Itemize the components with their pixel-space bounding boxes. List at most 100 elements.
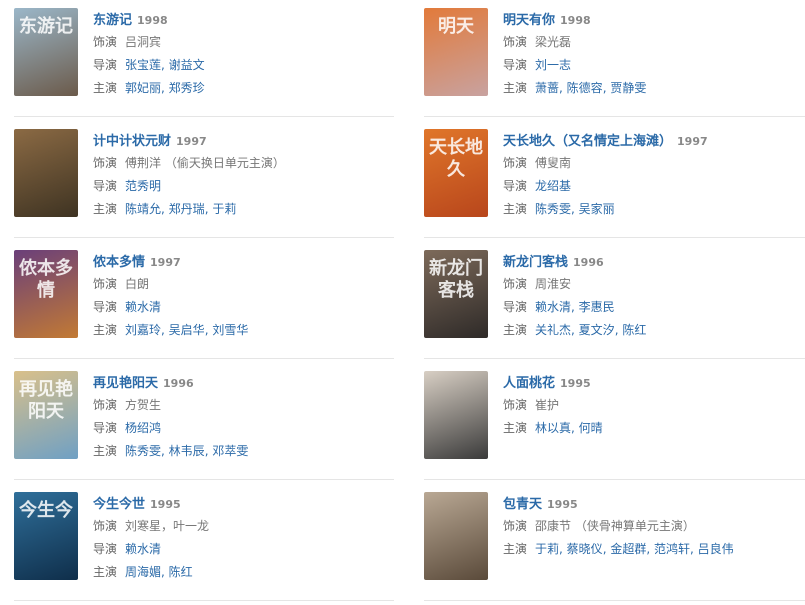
film-card: 今生今 今生今世 1995 饰演 刘寒星，叶一龙 导演 赖水清 主演 周海媚, 陈红 [14, 484, 404, 604]
film-poster[interactable]: 再见艳阳天 [14, 371, 78, 459]
cast-link[interactable]: 邓萃雯 [212, 444, 248, 458]
film-info: 人面桃花 1995 饰演 崔护 主演 林以真, 何晴 [503, 372, 805, 440]
cast-link[interactable]: 贾静雯 [610, 81, 646, 95]
film-poster[interactable] [14, 129, 78, 217]
film-poster[interactable]: 今生今 [14, 492, 78, 580]
film-poster[interactable]: 明天 [424, 8, 488, 96]
film-card: 新龙门客栈 新龙门客栈 1996 饰演 周淮安 导演 赖水清, 李惠民 主演 关礼杰, 夏文汐,… [424, 242, 805, 362]
cast-label: 主演 [503, 542, 528, 556]
role-row: 饰演 傅叟南 [503, 152, 805, 175]
film-poster[interactable]: 侬本多情 [14, 250, 78, 338]
director-row: 导演 赖水清 [93, 296, 404, 319]
film-title-link[interactable]: 包青天 [503, 497, 542, 512]
cast-link[interactable]: 陈秀雯 [535, 202, 571, 216]
cast-link[interactable]: 陈红 [169, 565, 193, 579]
cast-link[interactable]: 刘嘉玲 [125, 323, 161, 337]
cast-link[interactable]: 金超群 [610, 542, 646, 556]
title-line: 明天有你 1998 [503, 9, 805, 31]
film-poster[interactable]: 新龙门客栈 [424, 250, 488, 338]
cast-link[interactable]: 陈德容 [567, 81, 603, 95]
film-info: 再见艳阳天 1996 饰演 方贺生 导演 杨绍鸿 主演 陈秀雯, 林韦辰, 邓萃雯 [93, 372, 404, 463]
cast-link[interactable]: 郭妃丽 [125, 81, 161, 95]
title-line: 包青天 1995 [503, 493, 805, 515]
cast-link[interactable]: 陈秀雯 [125, 444, 161, 458]
role-row: 饰演 傅荆洋 （偷天换日单元主演） [93, 152, 404, 175]
film-title-link[interactable]: 东游记 [93, 13, 132, 28]
director-link[interactable]: 李惠民 [579, 300, 615, 314]
cast-link[interactable]: 范鸿轩 [654, 542, 690, 556]
role-label: 饰演 [503, 519, 528, 533]
role-label: 饰演 [503, 398, 528, 412]
film-title-link[interactable]: 人面桃花 [503, 376, 555, 391]
film-card: 天长地久 天长地久（又名情定上海滩） 1997 饰演 傅叟南 导演 龙绍基 主演 陈秀雯, 吴家… [424, 121, 805, 241]
film-poster[interactable]: 天长地久 [424, 129, 488, 217]
film-year: 1995 [547, 498, 578, 511]
separator: , [646, 542, 654, 556]
film-title-link[interactable]: 今生今世 [93, 497, 145, 512]
film-info: 包青天 1995 饰演 邵康节 （侠骨神算单元主演） 主演 于莉, 蔡晓仪, 金超群, 范… [503, 493, 805, 561]
film-title-link[interactable]: 明天有你 [503, 13, 555, 28]
cast-label: 主演 [503, 421, 528, 435]
cast-row: 主演 郭妃丽, 郑秀珍 [93, 77, 404, 100]
director-link[interactable]: 杨绍鸿 [125, 421, 161, 435]
row-divider [14, 237, 394, 238]
separator: , [571, 202, 579, 216]
cast-link[interactable]: 周海媚 [125, 565, 161, 579]
cast-link[interactable]: 于莉 [212, 202, 236, 216]
separator: , [571, 300, 579, 314]
row-divider [424, 237, 805, 238]
film-year: 1997 [176, 135, 207, 148]
cast-row: 主演 陈秀雯, 林韦辰, 邓萃雯 [93, 440, 404, 463]
director-link[interactable]: 赖水清 [125, 300, 161, 314]
film-poster[interactable] [424, 492, 488, 580]
cast-label: 主演 [93, 565, 118, 579]
cast-label: 主演 [93, 444, 118, 458]
cast-link[interactable]: 夏文汐 [579, 323, 615, 337]
cast-link[interactable]: 郑秀珍 [169, 81, 205, 95]
director-link[interactable]: 张宝莲 [125, 58, 161, 72]
director-label: 导演 [503, 300, 528, 314]
director-link[interactable]: 赖水清 [535, 300, 571, 314]
cast-link[interactable]: 萧蔷 [535, 81, 559, 95]
film-card: 包青天 1995 饰演 邵康节 （侠骨神算单元主演） 主演 于莉, 蔡晓仪, 金超群, 范… [424, 484, 805, 604]
cast-link[interactable]: 何晴 [579, 421, 603, 435]
cast-link[interactable]: 吕良伟 [698, 542, 734, 556]
cast-link[interactable]: 林以真 [535, 421, 571, 435]
cast-link[interactable]: 陈红 [622, 323, 646, 337]
separator: , [161, 323, 169, 337]
film-title-link[interactable]: 计中计状元财 [93, 134, 171, 149]
cast-link[interactable]: 刘雪华 [212, 323, 248, 337]
film-poster[interactable]: 东游记 [14, 8, 78, 96]
cast-link[interactable]: 郑丹瑞 [169, 202, 205, 216]
director-row: 导演 龙绍基 [503, 175, 805, 198]
row-divider [424, 358, 805, 359]
film-card: 人面桃花 1995 饰演 崔护 主演 林以真, 何晴 [424, 363, 805, 483]
director-link[interactable]: 刘一志 [535, 58, 571, 72]
cast-row: 主演 周海媚, 陈红 [93, 561, 404, 584]
director-link[interactable]: 赖水清 [125, 542, 161, 556]
title-line: 计中计状元财 1997 [93, 130, 404, 152]
role-row: 饰演 崔护 [503, 394, 805, 417]
cast-label: 主演 [503, 202, 528, 216]
film-title-link[interactable]: 再见艳阳天 [93, 376, 158, 391]
poster-text: 今生今 [19, 500, 73, 521]
cast-link[interactable]: 吴家丽 [579, 202, 615, 216]
cast-link[interactable]: 吴启华 [169, 323, 205, 337]
director-link[interactable]: 龙绍基 [535, 179, 571, 193]
director-link[interactable]: 范秀明 [125, 179, 161, 193]
cast-link[interactable]: 关礼杰 [535, 323, 571, 337]
cast-row: 主演 刘嘉玲, 吴启华, 刘雪华 [93, 319, 404, 342]
director-link[interactable]: 谢益文 [169, 58, 205, 72]
row-divider [424, 600, 805, 601]
film-poster[interactable] [424, 371, 488, 459]
director-row: 导演 杨绍鸿 [93, 417, 404, 440]
film-title-link[interactable]: 新龙门客栈 [503, 255, 568, 270]
film-year: 1995 [560, 377, 591, 390]
film-title-link[interactable]: 侬本多情 [93, 255, 145, 270]
film-title-link[interactable]: 天长地久（又名情定上海滩） [503, 134, 672, 149]
cast-link[interactable]: 于莉 [535, 542, 559, 556]
cast-link[interactable]: 陈靖允 [125, 202, 161, 216]
film-year: 1995 [150, 498, 181, 511]
cast-link[interactable]: 林韦辰 [169, 444, 205, 458]
cast-link[interactable]: 蔡晓仪 [567, 542, 603, 556]
